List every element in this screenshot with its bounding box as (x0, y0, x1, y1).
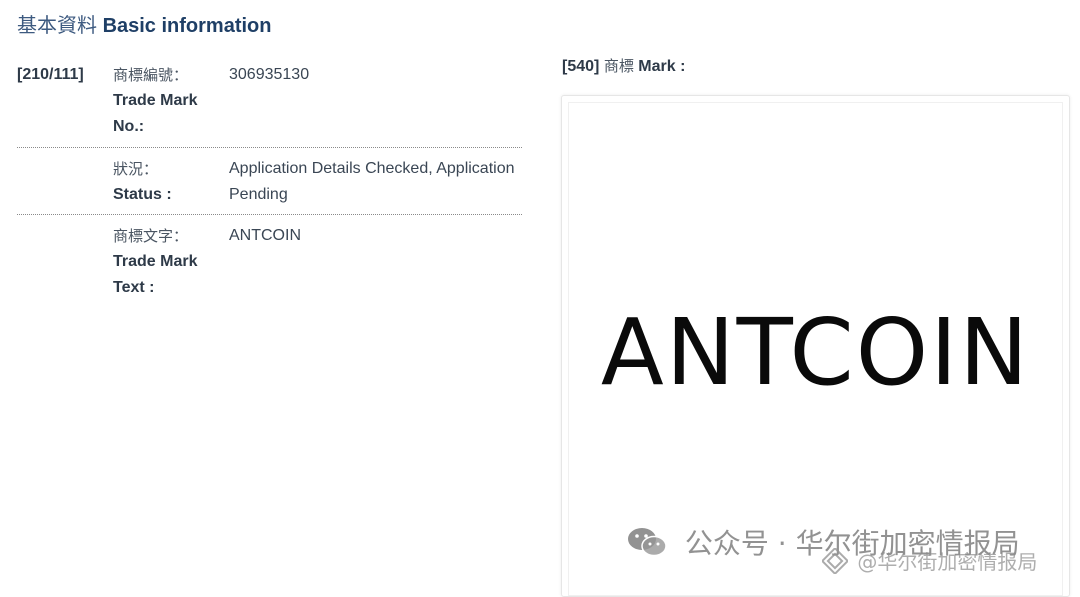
status-value: Application Details Checked, Application… (229, 160, 515, 203)
watermark-secondary-text: @华尔街加密情报局 (857, 550, 1038, 574)
wechat-icon (626, 525, 668, 566)
field-label: 狀況： Status : (113, 156, 213, 208)
mark-label-zh: 商標 (603, 57, 634, 75)
field-row-trade-mark-text: 商標文字： Trade Mark Text : ANTCOIN (17, 215, 522, 296)
mark-label-en: Mark : (638, 58, 686, 75)
field-label: 商標編號： Trade Mark No.: (113, 62, 213, 140)
field-label-zh: 狀況： (113, 160, 159, 178)
field-label-zh: 商標編號： (113, 66, 189, 84)
field-row-trade-mark-no: [210/111] 商標編號： Trade Mark No.: 30693513… (17, 57, 522, 147)
section-title: 基本資料 Basic information (17, 9, 271, 38)
trade-mark-text-value: ANTCOIN (229, 227, 301, 244)
field-label: 商標文字： Trade Mark Text : (113, 223, 213, 301)
mark-code: [540] (562, 58, 600, 75)
section-title-zh: 基本資料 (17, 13, 97, 37)
field-label-en: Trade Mark No.: (113, 92, 198, 135)
binance-square-icon (820, 546, 850, 579)
section-title-en: Basic information (102, 15, 272, 37)
field-row-status: 狀況： Status : Application Details Checked… (17, 148, 522, 214)
basic-info-table: [210/111] 商標編號： Trade Mark No.: 30693513… (17, 57, 522, 296)
field-code: [210/111] (17, 66, 84, 83)
watermark-secondary: @华尔街加密情报局 (820, 546, 1038, 579)
trade-mark-image-text: ANTCOIN (600, 299, 1031, 406)
field-label-en: Status : (113, 186, 172, 203)
field-label-zh: 商標文字： (113, 227, 189, 245)
mark-heading: [540] 商標 Mark : (562, 55, 685, 76)
trade-mark-number-value: 306935130 (229, 66, 310, 83)
field-label-en: Trade Mark Text : (113, 253, 198, 296)
